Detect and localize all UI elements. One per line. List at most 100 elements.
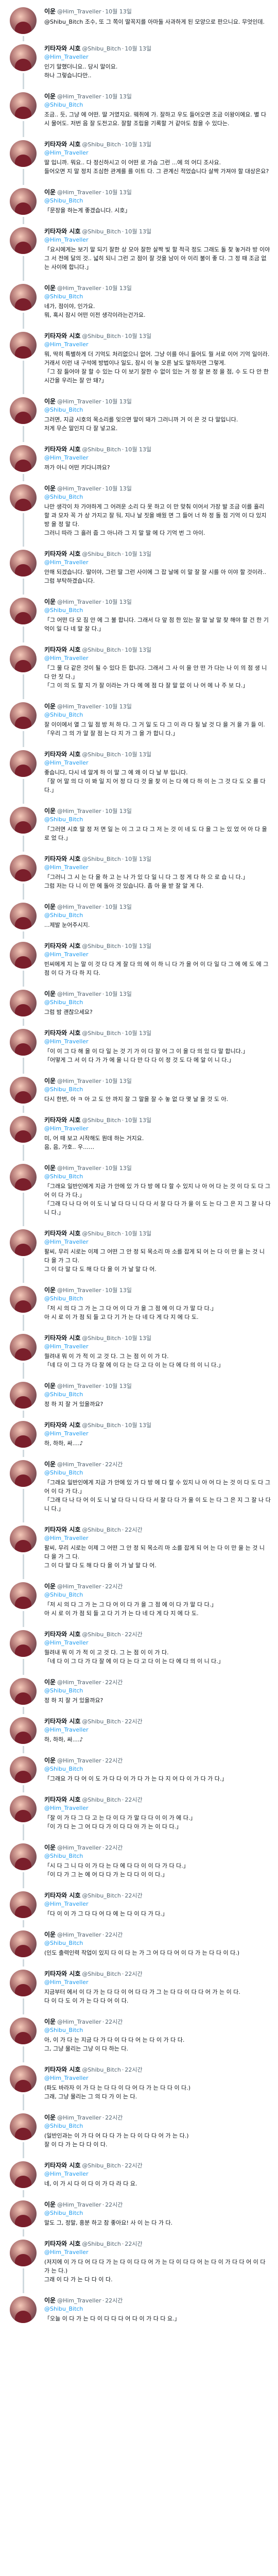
avatar[interactable]: [10, 284, 37, 311]
reply-mention[interactable]: @Shibu_Bitch: [44, 494, 83, 500]
author-name[interactable]: 키타자와 시호: [44, 1718, 80, 1725]
reply-mention[interactable]: @Shibu_Bitch: [44, 1591, 83, 1598]
reply-mention[interactable]: @Shibu_Bitch: [44, 2027, 83, 2033]
avatar[interactable]: [10, 1116, 37, 1143]
author-name[interactable]: 키타자와 시호: [44, 1892, 80, 1899]
author-name[interactable]: 이운: [44, 1844, 56, 1851]
author-name[interactable]: 키타자와 시호: [44, 2066, 80, 2073]
author-name[interactable]: 키타자와 시호: [44, 855, 80, 862]
author-name[interactable]: 키타자와 시호: [44, 141, 80, 148]
author-handle[interactable]: @Shibu_Bitch: [82, 1422, 120, 1429]
author-handle[interactable]: @Shibu_Bitch: [82, 1117, 120, 1124]
tweet[interactable]: 키타자와 시호 @Shibu_Bitch · 22시간 @Him_Traveller …: [0, 1790, 278, 1840]
reply-mention[interactable]: @Shibu_Bitch: [44, 1940, 83, 1946]
tweet-time[interactable]: 22시간: [125, 1527, 142, 1533]
tweet-time[interactable]: 10월 13일: [105, 93, 132, 100]
tweet[interactable]: 이운 @Him_Traveller · 22시간 @Shibu_Bitch 「오늘 이…: [0, 2291, 278, 2330]
tweet-time[interactable]: 22시간: [125, 1892, 142, 1899]
tweet[interactable]: 키타자와 시호 @Shibu_Bitch · 10월 13일 @Him_Travell…: [0, 39, 278, 89]
author-name[interactable]: 키타자와 시호: [44, 1334, 80, 1342]
reply-mention[interactable]: @Him_Traveller: [44, 759, 89, 766]
reply-mention[interactable]: @Him_Traveller: [44, 149, 89, 156]
author-name[interactable]: 키타자와 시호: [44, 2240, 80, 2247]
tweet-time[interactable]: 10월 13일: [125, 1117, 151, 1124]
author-name[interactable]: 키타자와 시호: [44, 1230, 80, 1237]
avatar[interactable]: [10, 2240, 37, 2266]
author-name[interactable]: 키타자와 시호: [44, 228, 80, 235]
reply-mention[interactable]: @Him_Traveller: [44, 54, 89, 60]
tweet[interactable]: 키타자와 시호 @Shibu_Bitch · 22시간 @Him_Traveller …: [0, 1964, 278, 2014]
author-name[interactable]: 키타자와 시호: [44, 942, 80, 950]
author-name[interactable]: 키타자와 시호: [44, 1526, 80, 1533]
tweet[interactable]: 키타자와 시호 @Shibu_Bitch · 22시간 @Him_Traveller …: [0, 1712, 278, 1753]
author-handle[interactable]: @Him_Traveller: [57, 1287, 101, 1294]
reply-mention[interactable]: @Him_Traveller: [44, 1901, 89, 1907]
tweet[interactable]: 이운 @Him_Traveller · 10월 13일 @Shibu_Bitch ..…: [0, 897, 278, 939]
tweet[interactable]: 이운 @Him_Traveller · 10월 13일 @Shibu_Bitch 조금…: [0, 87, 278, 137]
reply-mention[interactable]: @Shibu_Bitch: [44, 1469, 83, 1476]
tweet-time[interactable]: 22시간: [105, 1583, 123, 1590]
tweet[interactable]: 이운 @Him_Traveller · 22시간 @Shibu_Bitch 정 하 지…: [0, 1673, 278, 1714]
tweet[interactable]: 이운 @Him_Traveller · 10월 13일 @Shibu_Bitch 그럼…: [0, 985, 278, 1026]
author-handle[interactable]: @Him_Traveller: [57, 703, 101, 710]
author-handle[interactable]: @Shibu_Bitch: [82, 1631, 120, 1638]
author-name[interactable]: 이운: [44, 990, 56, 997]
avatar[interactable]: [10, 1970, 37, 1996]
reply-mention[interactable]: @Him_Traveller: [44, 951, 89, 958]
avatar[interactable]: [10, 1930, 37, 1957]
tweet-time[interactable]: 10월 13일: [105, 8, 132, 15]
author-handle[interactable]: @Shibu_Bitch: [82, 1230, 120, 1237]
author-name[interactable]: 이운: [44, 485, 56, 492]
reply-mention[interactable]: @Him_Traveller: [44, 1639, 89, 1646]
reply-mention[interactable]: @Him_Traveller: [44, 236, 89, 243]
tweet[interactable]: 키타자와 시호 @Shibu_Bitch · 10월 13일 @Him_Travell…: [0, 745, 278, 804]
author-handle[interactable]: @Him_Traveller: [57, 2019, 101, 2025]
tweet[interactable]: 이운 @Him_Traveller · 22시간 @Shibu_Bitch 말도 그,…: [0, 2195, 278, 2236]
tweet[interactable]: 이운 @Him_Traveller · 22시간 @Shibu_Bitch (일반인과…: [0, 2108, 278, 2158]
tweet[interactable]: 이운 @Him_Traveller · 10월 13일 @Shibu_Bitch 네가…: [0, 279, 278, 329]
tweet-time[interactable]: 10월 13일: [125, 551, 151, 557]
author-name[interactable]: 이운: [44, 398, 56, 405]
tweet[interactable]: 키타자와 시호 @Shibu_Bitch · 10월 13일 @Him_Travell…: [0, 1024, 278, 1074]
author-name[interactable]: 이운: [44, 1583, 56, 1590]
reply-mention[interactable]: @Him_Traveller: [44, 1805, 89, 1811]
reply-mention[interactable]: @Shibu_Bitch: [44, 1853, 83, 1859]
tweet-time[interactable]: 22시간: [105, 1679, 123, 1686]
tweet-time[interactable]: 22시간: [105, 2114, 123, 2121]
tweet-time[interactable]: 10월 13일: [125, 1030, 151, 1037]
avatar[interactable]: [10, 1891, 37, 1918]
tweet[interactable]: 키타자와 시호 @Shibu_Bitch · 10월 13일 @Him_Travell…: [0, 1111, 278, 1161]
tweet-time[interactable]: 10월 13일: [105, 904, 132, 910]
author-handle[interactable]: @Shibu_Bitch: [82, 1030, 120, 1037]
author-name[interactable]: 키타자와 시호: [44, 646, 80, 653]
reply-mention[interactable]: @Shibu_Bitch: [44, 197, 83, 204]
reply-mention[interactable]: @Shibu_Bitch: [44, 293, 83, 300]
reply-mention[interactable]: @Shibu_Bitch: [44, 406, 83, 413]
tweet-time[interactable]: 22시간: [105, 1931, 123, 1938]
author-handle[interactable]: @Him_Traveller: [57, 599, 101, 605]
tweet-time[interactable]: 22시간: [105, 2019, 123, 2025]
reply-mention[interactable]: @Him_Traveller: [44, 1239, 89, 1245]
avatar[interactable]: [10, 397, 37, 424]
author-handle[interactable]: @Him_Traveller: [57, 485, 101, 492]
author-handle[interactable]: @Him_Traveller: [57, 1461, 101, 1468]
tweet-time[interactable]: 10월 13일: [125, 647, 151, 653]
avatar[interactable]: [10, 1582, 37, 1609]
author-handle[interactable]: @Him_Traveller: [57, 398, 101, 405]
tweet[interactable]: 키타자와 시호 @Shibu_Bitch · 10월 13일 @Him_Travell…: [0, 850, 278, 900]
tweet[interactable]: 이운 @Him_Traveller · 10월 13일 @Shibu_Bitch 나만…: [0, 479, 278, 547]
avatar[interactable]: [10, 1421, 37, 1448]
reply-mention[interactable]: @Him_Traveller: [44, 864, 89, 871]
reply-mention[interactable]: @Shibu_Bitch: [44, 1295, 83, 1302]
reply-mention[interactable]: @Shibu_Bitch: [44, 1173, 83, 1180]
reply-mention[interactable]: @Shibu_Bitch: [44, 2123, 83, 2129]
author-handle[interactable]: @Him_Traveller: [57, 1078, 101, 1084]
author-handle[interactable]: @Him_Traveller: [57, 904, 101, 910]
tweet[interactable]: 이운 @Him_Traveller · 22시간 @Shibu_Bitch (인도 출…: [0, 1925, 278, 1967]
author-handle[interactable]: @Shibu_Bitch: [82, 45, 120, 52]
reply-mention[interactable]: @Him_Traveller: [44, 1343, 89, 1350]
avatar[interactable]: [10, 1334, 37, 1361]
tweet[interactable]: 이운 @Him_Traveller · 22시간 @Shibu_Bitch 「그래요 …: [0, 1455, 278, 1522]
author-name[interactable]: 키타자와 시호: [44, 1029, 80, 1037]
author-handle[interactable]: @Shibu_Bitch: [82, 751, 120, 758]
